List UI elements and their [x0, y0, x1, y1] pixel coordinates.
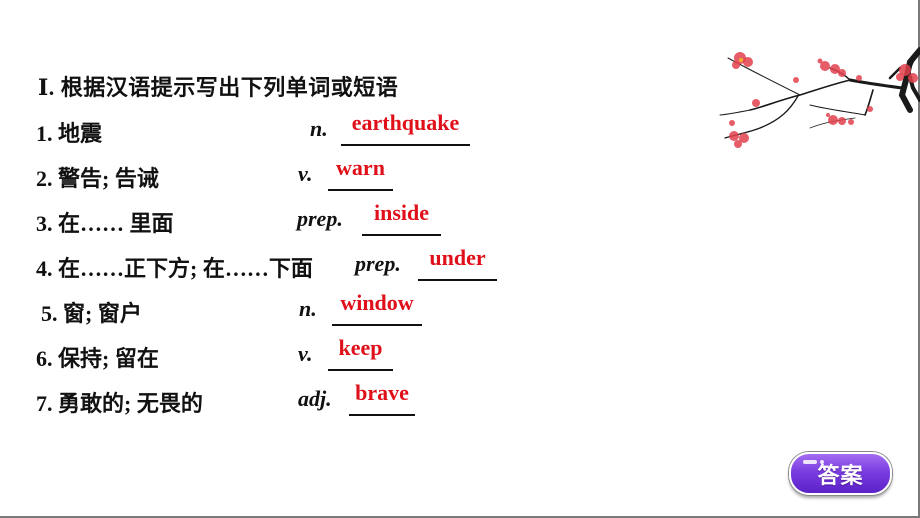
button-highlight	[803, 460, 817, 464]
part-of-speech: prep.	[355, 251, 401, 276]
row-number: 4.	[36, 256, 53, 281]
part-of-speech: n.	[310, 116, 328, 141]
answer-blank: warn	[328, 155, 393, 191]
answer-button[interactable]: 答案	[789, 452, 892, 495]
row-number: 5.	[41, 301, 58, 326]
vocab-row-7: 7. 勇敢的; 无畏的 adj. brave	[0, 380, 560, 420]
vocab-row-1: 1. 地震 n. earthquake	[0, 110, 560, 150]
answer-blank: window	[332, 290, 422, 326]
answer-text: window	[340, 290, 414, 315]
row-chinese: 3. 在…… 里面	[36, 206, 174, 238]
row-number: 6.	[36, 346, 53, 371]
row-chinese: 5. 窗; 窗户	[41, 296, 142, 328]
part-of-speech: prep.	[297, 206, 343, 231]
row-chinese: 6. 保持; 留在	[36, 341, 159, 373]
row-number: 1.	[36, 121, 53, 146]
row-meaning: 警告; 告诫	[58, 166, 159, 191]
row-meaning: 在……正下方; 在……下面	[58, 256, 313, 281]
row-meaning: 勇敢的; 无畏的	[58, 391, 203, 416]
answer-blank: brave	[349, 380, 415, 416]
part-of-speech: adj.	[298, 386, 332, 411]
row-meaning: 保持; 留在	[58, 346, 159, 371]
answer-blank: inside	[362, 200, 441, 236]
part-of-speech: n.	[299, 296, 317, 321]
row-meaning: 地震	[58, 121, 103, 146]
answer-blank: under	[418, 245, 497, 281]
vocab-row-2: 2. 警告; 告诫 v. warn	[0, 155, 560, 195]
row-number: 3.	[36, 211, 53, 236]
exercise-heading: Ⅰ. 根据汉语提示写出下列单词或短语	[38, 75, 399, 100]
blossom-flowers	[729, 52, 918, 148]
slide: Ⅰ. 根据汉语提示写出下列单词或短语 1. 地震 n. earthquake 2…	[0, 0, 920, 518]
answer-button-label: 答案	[817, 463, 864, 489]
answer-blank: keep	[328, 335, 393, 371]
part-of-speech: v.	[298, 161, 313, 186]
answer-text: brave	[355, 380, 409, 405]
row-chinese: 4. 在……正下方; 在……下面	[36, 251, 313, 283]
answer-text: inside	[373, 200, 430, 225]
row-number: 7.	[36, 391, 53, 416]
answer-blank: earthquake	[341, 110, 470, 146]
answer-text: keep	[338, 335, 383, 360]
vocab-row-3: 3. 在…… 里面 prep. inside	[0, 200, 560, 240]
button-highlight-dot	[820, 460, 824, 464]
row-chinese: 1. 地震	[36, 116, 102, 148]
row-chinese: 7. 勇敢的; 无畏的	[36, 386, 203, 418]
row-meaning: 窗; 窗户	[63, 301, 142, 326]
vocab-row-4: 4. 在……正下方; 在……下面 prep. under	[0, 245, 560, 285]
vocab-row-5: 5. 窗; 窗户 n. window	[0, 290, 560, 330]
answer-text: warn	[336, 155, 385, 180]
vocab-row-6: 6. 保持; 留在 v. keep	[0, 335, 560, 375]
part-of-speech: v.	[298, 341, 313, 366]
plum-blossom-branch-decoration	[719, 47, 920, 148]
row-number: 2.	[36, 166, 53, 191]
row-meaning: 在…… 里面	[58, 211, 174, 236]
row-chinese: 2. 警告; 告诫	[36, 161, 159, 193]
answer-text: earthquake	[351, 110, 460, 135]
answer-text: under	[429, 245, 486, 270]
